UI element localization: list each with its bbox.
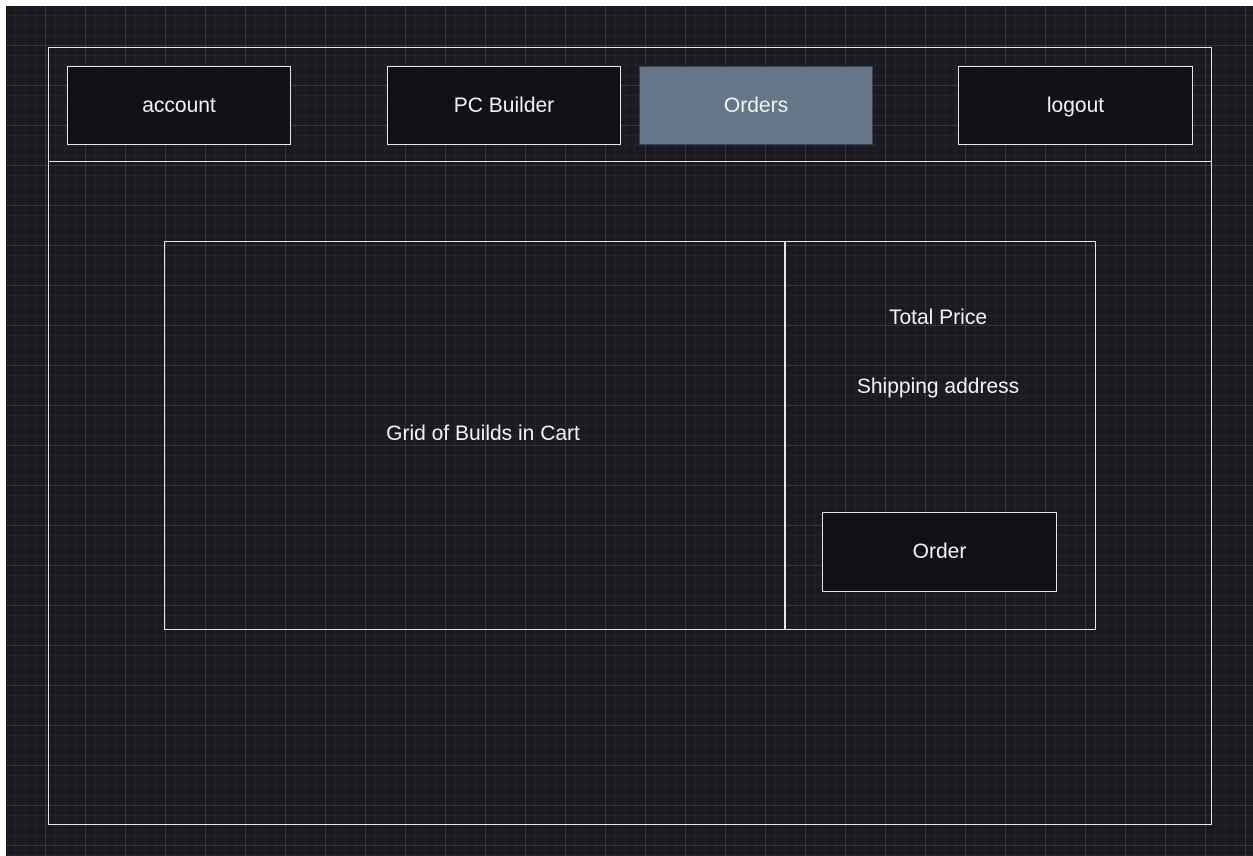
orders-tab-label: Orders — [723, 93, 789, 117]
total-price-label: Total Price — [888, 306, 988, 329]
account-button-label: account — [142, 93, 216, 117]
pc-builder-button[interactable]: PC Builder — [387, 66, 621, 145]
wireframe-canvas: account PC Builder Orders logout Grid of… — [6, 6, 1253, 856]
order-button[interactable]: Order — [822, 512, 1057, 592]
logout-button-label: logout — [1046, 93, 1105, 117]
account-button[interactable]: account — [67, 66, 291, 145]
header-divider — [48, 161, 1212, 162]
order-button-label: Order — [912, 540, 967, 563]
orders-tab-active[interactable]: Orders — [639, 66, 873, 145]
logout-button[interactable]: logout — [958, 66, 1193, 145]
pc-builder-button-label: PC Builder — [453, 93, 555, 117]
shipping-address-label: Shipping address — [856, 375, 1020, 398]
cart-grid-label: Grid of Builds in Cart — [386, 422, 580, 445]
